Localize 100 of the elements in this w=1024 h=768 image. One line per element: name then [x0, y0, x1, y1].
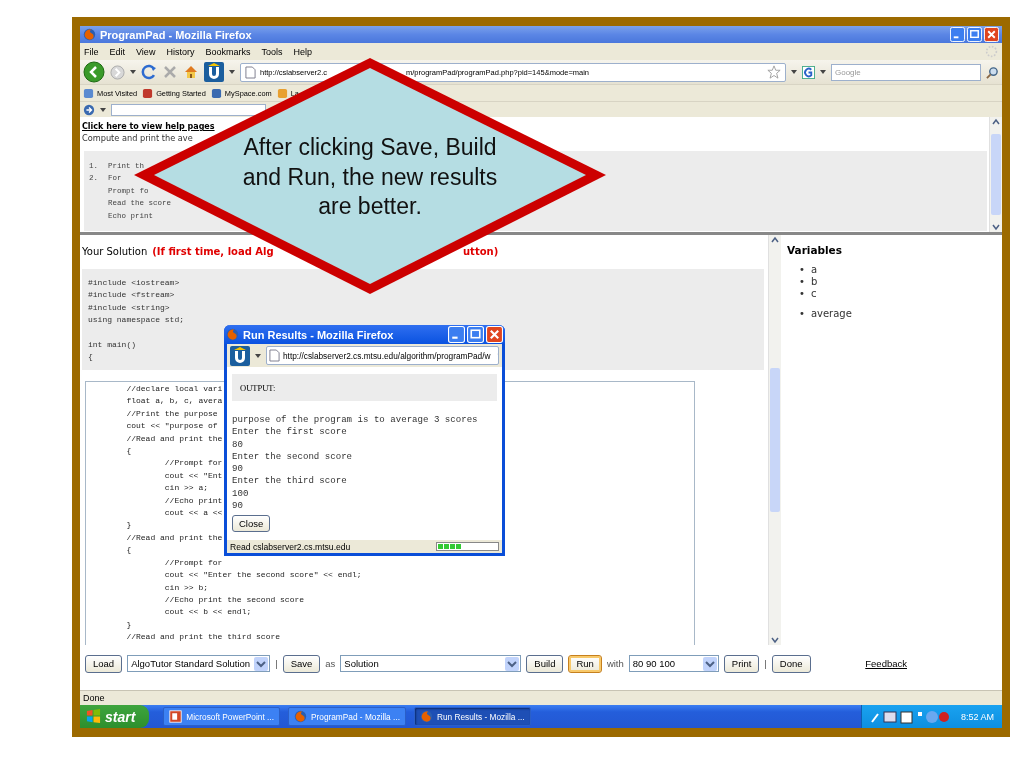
start-button[interactable]: start: [80, 705, 150, 728]
firefox-icon: [419, 710, 433, 723]
code-line: cout << "purpose of: [125, 420, 218, 433]
dropdown-icon[interactable]: [255, 353, 261, 358]
toolbar-button[interactable]: Build: [526, 654, 564, 673]
menu-item[interactable]: Help: [293, 46, 312, 57]
menu-item[interactable]: File: [84, 46, 99, 57]
maximize-button[interactable]: [467, 326, 484, 343]
flag-icon: [86, 709, 101, 724]
variable-item: b: [810, 276, 818, 288]
throbber-icon: [985, 45, 998, 58]
taskbar-item[interactable]: Microsoft PowerPoint ...: [163, 707, 280, 726]
code-line: //Echo print: [163, 494, 223, 507]
menu-item[interactable]: Tools: [261, 46, 283, 57]
code-line: //Prompt for: [163, 457, 223, 470]
code-line: //Print the purpose: [125, 407, 218, 420]
variables-title: Variables: [787, 244, 843, 256]
callout-text: After clicking Save, Build and Run, the new results are better.: [241, 133, 499, 221]
output-line: Enter the third score: [232, 475, 348, 488]
dropdown[interactable]: AlgoTutor Standard Solution: [127, 655, 271, 672]
star-icon[interactable]: [767, 65, 781, 79]
dropdown-icon[interactable]: [820, 70, 826, 74]
maximize-button[interactable]: [967, 27, 982, 42]
u-logo-icon[interactable]: [230, 345, 250, 366]
code-line: cin >> a;: [163, 482, 209, 495]
page-icon: [269, 349, 280, 362]
output-line: 100: [232, 487, 250, 501]
menu-item[interactable]: History: [166, 46, 195, 57]
toolbar-button[interactable]: Run: [568, 654, 602, 673]
minimize-button[interactable]: [950, 27, 965, 42]
toolbar-button[interactable]: Print: [723, 654, 760, 673]
dropdown[interactable]: 80 90 100: [628, 655, 719, 672]
firefox-icon: [226, 328, 239, 341]
toolbar-input-field[interactable]: [111, 103, 266, 116]
code-line: //Read and print the: [125, 432, 223, 445]
code-line: cout << b << endl;: [163, 606, 252, 619]
hint-text: utton): [463, 246, 499, 257]
close-button[interactable]: [984, 27, 999, 42]
back-button[interactable]: [83, 61, 105, 83]
taskbar-item[interactable]: Run Results - Mozilla ...: [413, 707, 531, 726]
firefox-icon: [83, 28, 96, 41]
scrollbar[interactable]: [768, 235, 781, 645]
variable-item: a: [810, 264, 818, 276]
output-label: OUTPUT:: [240, 382, 276, 393]
dropdown-icon[interactable]: [229, 70, 235, 74]
scroll-up-icon[interactable]: [991, 117, 1001, 127]
search-field[interactable]: Google: [831, 63, 981, 81]
output-line: Enter the second score: [232, 450, 354, 464]
dropdown[interactable]: Solution: [340, 655, 522, 672]
page-icon: [245, 65, 256, 79]
dropdown-icon[interactable]: [791, 70, 797, 74]
menu-item[interactable]: Edit: [109, 46, 126, 57]
globe-icon[interactable]: [83, 103, 95, 116]
scroll-down-icon[interactable]: [770, 635, 780, 645]
scrollbar[interactable]: [989, 117, 1002, 232]
search-engine-icon[interactable]: [802, 65, 815, 79]
taskbar-item[interactable]: ProgramPad - Mozilla ...: [287, 707, 406, 726]
code-line: }: [125, 519, 132, 532]
code-line: //declare local vari: [125, 383, 223, 395]
dialog-address-field[interactable]: http://cslabserver2.cs.mtsu.edu/algorithm/programPad/w: [266, 346, 499, 365]
toolbar-button[interactable]: Done: [771, 654, 811, 673]
status-text: Done: [83, 693, 105, 703]
feedback-link[interactable]: Feedback: [865, 658, 907, 669]
clock-text: 8:52 AM: [960, 711, 994, 722]
code-line: {: [125, 445, 132, 458]
tray-icons-drawing[interactable]: [869, 709, 950, 724]
minimize-button[interactable]: [448, 326, 465, 343]
scroll-down-icon[interactable]: [991, 222, 1001, 232]
help-link[interactable]: Click here to view help pages: [82, 121, 215, 132]
bookmark-icon: [276, 87, 288, 99]
bookmark-icon: [210, 87, 222, 99]
home-button[interactable]: [183, 64, 199, 80]
task-description: Compute and print the ave: [82, 132, 193, 145]
search-icon[interactable]: [986, 65, 999, 79]
code-line: //Prompt for: [163, 556, 223, 569]
reload-button[interactable]: [141, 64, 157, 80]
scroll-up-icon[interactable]: [770, 235, 780, 245]
dialog-title: Run Results - Mozilla Firefox: [243, 328, 395, 341]
separator-text: |: [275, 658, 278, 669]
menu-item[interactable]: Bookmarks: [205, 46, 251, 57]
dropdown-icon[interactable]: [100, 107, 106, 112]
code-line: //Read and print the: [125, 531, 223, 544]
code-line: }: [125, 618, 132, 631]
toolbar-button[interactable]: Load: [85, 654, 123, 673]
toolbar-button[interactable]: Save: [282, 654, 321, 673]
history-dropdown-icon[interactable]: [130, 70, 136, 74]
output-line: 90: [232, 500, 244, 513]
code-line: int main(): [88, 339, 136, 351]
menu-item[interactable]: View: [136, 46, 156, 57]
output-line: 90: [232, 463, 244, 476]
dialog-status-text: Read cslabserver2.cs.mtsu.edu: [230, 541, 351, 552]
output-line: Enter the first score: [232, 426, 348, 439]
u-logo-icon[interactable]: [204, 62, 224, 82]
presentation-icon: [169, 710, 183, 723]
label-text: as: [325, 658, 336, 669]
code-line: {: [88, 351, 93, 364]
code-line: using namespace std;: [88, 314, 184, 327]
close-button[interactable]: [486, 326, 503, 343]
window-title: ProgramPad - Mozilla Firefox: [100, 28, 253, 41]
close-button[interactable]: Close: [232, 515, 271, 533]
